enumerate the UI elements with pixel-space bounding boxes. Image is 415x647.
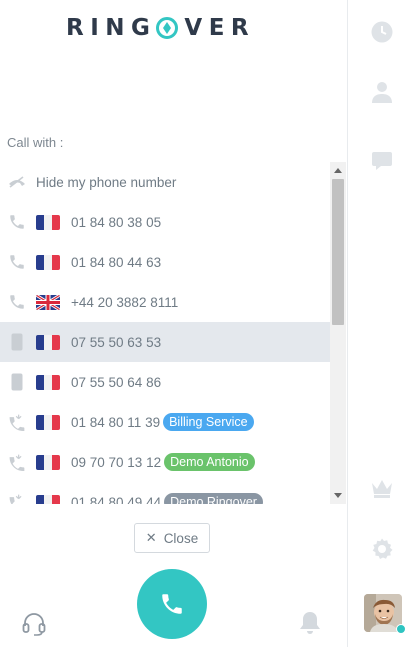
france-flag-icon (36, 254, 60, 270)
number-tag-badge: Demo Antonio (164, 453, 255, 471)
phone-number: 01 84 80 11 39 (71, 414, 161, 430)
mobile-icon (7, 372, 27, 392)
hide-number-label: Hide my phone number (36, 174, 177, 190)
phone-icon (162, 594, 182, 614)
caller-number-row[interactable]: 01 84 80 11 39 Billing Service (0, 402, 330, 442)
caller-id-list: Hide my phone number 01 84 80 38 05 01 84… (0, 162, 347, 504)
contact-icon[interactable] (369, 79, 395, 105)
call-button[interactable] (137, 569, 207, 639)
number-tag-badge: Billing Service (163, 413, 254, 431)
logo-arrows-icon (156, 17, 179, 39)
phone-number: 01 84 80 38 05 (71, 214, 162, 230)
logo-text-right: VER (184, 15, 256, 41)
caller-number-row[interactable]: 01 84 80 49 44 Demo Ringover (0, 482, 330, 504)
ringover-logo: RING VER (66, 14, 255, 42)
list-scrollbar[interactable] (330, 162, 346, 504)
phone-number: 09 70 70 13 12 (71, 454, 162, 470)
france-flag-icon (36, 374, 60, 390)
support-headset-icon[interactable] (21, 611, 47, 637)
phone-number: 07 55 50 64 86 (71, 374, 162, 390)
uk-flag-icon (36, 294, 60, 310)
caller-number-row[interactable]: +44 20 3882 8111 (0, 282, 330, 322)
chat-icon[interactable] (369, 148, 395, 174)
number-tag-badge: Demo Ringover (164, 493, 263, 504)
gear-icon[interactable] (369, 536, 395, 562)
close-icon: ✕ (145, 530, 157, 545)
crown-icon[interactable] (369, 475, 395, 501)
scrollbar-thumb[interactable] (332, 179, 344, 325)
phone-number: +44 20 3882 8111 (71, 294, 179, 310)
ivr-phone-icon (7, 412, 27, 432)
ivr-phone-icon (7, 492, 27, 504)
scroll-down-arrow-icon[interactable] (334, 493, 342, 498)
phone-icon (7, 212, 27, 232)
france-flag-icon (36, 454, 60, 470)
caller-number-row[interactable]: 07 55 50 63 53 (0, 322, 330, 362)
logo-text-left: RING (66, 15, 157, 41)
france-flag-icon (36, 214, 60, 230)
france-flag-icon (36, 334, 60, 350)
clock-icon[interactable] (369, 19, 395, 45)
hidden-phone-icon (7, 172, 27, 192)
scroll-up-arrow-icon[interactable] (334, 168, 342, 173)
call-with-label: Call with : (7, 135, 64, 150)
hide-number-option[interactable]: Hide my phone number (0, 162, 330, 202)
close-label: Close (163, 530, 199, 546)
caller-number-row[interactable]: 01 84 80 44 63 (0, 242, 330, 282)
phone-number: 01 84 80 49 44 (71, 494, 162, 505)
mobile-icon (7, 332, 27, 352)
bell-icon[interactable] (298, 610, 322, 636)
phone-number: 01 84 80 44 63 (71, 254, 162, 270)
phone-number: 07 55 50 63 53 (71, 334, 162, 350)
main-panel: RING VER Call with : Hide my phone numbe… (0, 0, 347, 647)
ivr-phone-icon (7, 452, 27, 472)
caller-number-row[interactable]: 07 55 50 64 86 (0, 362, 330, 402)
online-status-dot (396, 624, 406, 634)
close-button[interactable]: ✕ Close (134, 523, 210, 553)
france-flag-icon (36, 494, 60, 504)
phone-icon (7, 252, 27, 272)
caller-number-row[interactable]: 01 84 80 38 05 (0, 202, 330, 242)
right-sidebar (347, 0, 415, 647)
caller-number-row[interactable]: 09 70 70 13 12 Demo Antonio (0, 442, 330, 482)
phone-icon (7, 292, 27, 312)
france-flag-icon (36, 414, 60, 430)
